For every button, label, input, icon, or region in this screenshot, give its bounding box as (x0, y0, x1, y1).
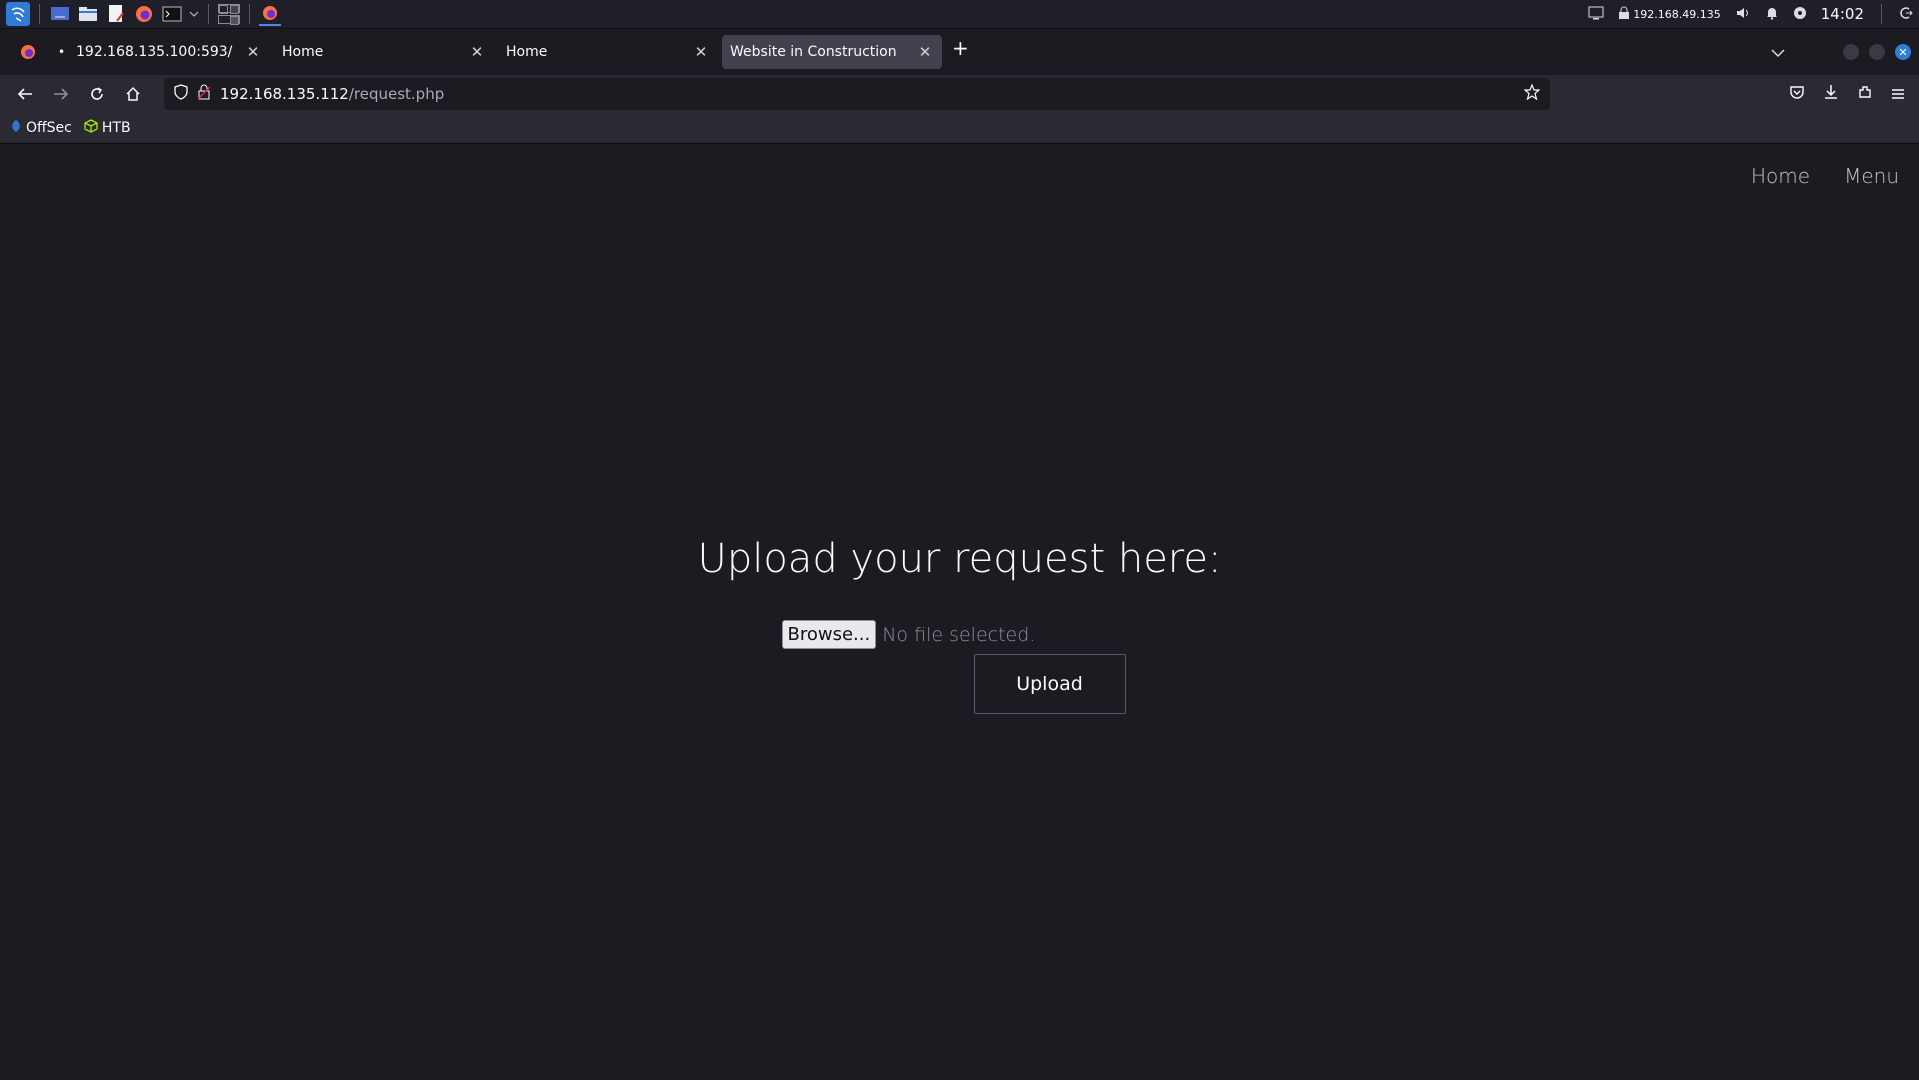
bookmark-star-icon[interactable] (1523, 83, 1541, 104)
upload-section: Upload your request here: Browse... No f… (0, 536, 1919, 740)
tab-label: Home (282, 44, 324, 60)
htb-cube-icon (84, 119, 98, 137)
extensions-icon[interactable] (1857, 84, 1873, 104)
reload-icon[interactable] (80, 79, 114, 109)
kali-menu-icon[interactable] (6, 2, 30, 26)
vpn-lock-icon[interactable] (1618, 6, 1630, 23)
chevron-down-icon[interactable] (189, 3, 199, 25)
tab-website-in-construction[interactable]: Website in Construction ✕ (722, 35, 942, 69)
terminal-icon[interactable] (161, 3, 183, 25)
file-input[interactable]: Browse... No file selected. (781, 620, 1036, 649)
tab-home-1[interactable]: Home ✕ (274, 35, 494, 69)
tab-label: 192.168.135.100:593/ (76, 44, 233, 60)
url-path: /request.php (348, 85, 445, 103)
close-window-button[interactable]: ✕ (1895, 44, 1911, 60)
pocket-icon[interactable] (1789, 84, 1805, 104)
new-tab-button[interactable]: + (952, 36, 969, 60)
firefox-window-icon[interactable] (259, 2, 281, 26)
bookmark-label: HTB (101, 120, 131, 136)
url-host: 192.168.135.112 (220, 85, 349, 103)
tracking-shield-icon[interactable] (174, 84, 188, 104)
tab-home-2[interactable]: Home ✕ (498, 35, 718, 69)
hamburger-menu-icon[interactable] (1891, 85, 1905, 104)
upload-form: Browse... No file selected. Upload (760, 620, 1160, 740)
bookmarks-toolbar: OffSec HTB (0, 113, 1919, 144)
page-viewport: Home Menu Upload your request here: Brow… (0, 144, 1919, 1080)
file-manager-icon[interactable] (77, 3, 99, 25)
close-icon[interactable]: ✕ (244, 43, 262, 61)
home-icon[interactable] (116, 79, 150, 109)
logout-icon[interactable] (1899, 6, 1913, 23)
maximize-button[interactable] (1869, 44, 1885, 60)
navigation-toolbar: 192.168.135.112/request.php (0, 75, 1919, 113)
bookmark-htb[interactable]: HTB (84, 119, 131, 137)
downloads-icon[interactable] (1823, 84, 1839, 104)
power-manager-icon[interactable] (1793, 6, 1807, 23)
browser-tab-bar: • 192.168.135.100:593/ ✕ Home ✕ Home ✕ W… (0, 29, 1919, 75)
firefox-launcher-icon[interactable] (133, 3, 155, 25)
minimize-button[interactable] (1843, 44, 1859, 60)
page-heading: Upload your request here: (697, 536, 1222, 582)
file-status: No file selected. (882, 623, 1036, 646)
tab-192-168-135-100[interactable]: • 192.168.135.100:593/ ✕ (50, 35, 270, 69)
back-arrow-icon[interactable] (8, 79, 42, 109)
bookmark-offsec[interactable]: OffSec (10, 119, 72, 137)
notification-bell-icon[interactable] (1765, 6, 1779, 23)
workspace-switcher[interactable] (218, 4, 240, 25)
forward-arrow-icon[interactable] (44, 79, 78, 109)
bookmark-label: OffSec (26, 120, 72, 136)
site-nav: Home Menu (1751, 164, 1899, 188)
volume-icon[interactable] (1735, 6, 1751, 23)
tab-dot-icon: • (58, 45, 66, 59)
close-icon[interactable]: ✕ (468, 43, 486, 61)
tab-label: Website in Construction (730, 44, 897, 60)
list-all-tabs-icon[interactable] (1771, 43, 1785, 62)
text-editor-icon[interactable] (105, 3, 127, 25)
upload-button[interactable]: Upload (973, 654, 1126, 714)
url-bar[interactable]: 192.168.135.112/request.php (164, 78, 1550, 110)
nav-link-menu[interactable]: Menu (1844, 164, 1899, 188)
ip-address: 192.168.49.135 (1633, 7, 1721, 21)
insecure-lock-icon[interactable] (197, 84, 211, 104)
nav-link-home[interactable]: Home (1751, 164, 1810, 188)
tab-label: Home (506, 44, 548, 60)
clock[interactable]: 14:02 (1821, 5, 1864, 23)
show-desktop-icon[interactable] (49, 3, 71, 25)
close-icon[interactable]: ✕ (692, 43, 710, 61)
firefox-view-icon[interactable] (12, 35, 44, 69)
close-icon[interactable]: ✕ (916, 43, 934, 61)
desktop-taskbar: 192.168.49.135 14:02 (0, 0, 1919, 29)
display-icon[interactable] (1588, 6, 1604, 23)
offsec-icon (10, 119, 22, 137)
browse-button[interactable]: Browse... (781, 620, 877, 649)
